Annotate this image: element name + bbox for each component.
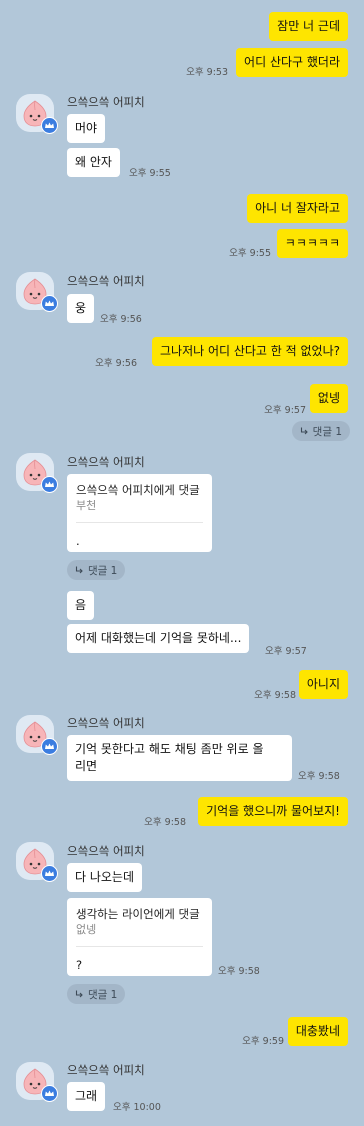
message-text: 기억을 했으니까 물어보지!: [198, 797, 348, 826]
crown-badge-icon: [41, 476, 58, 493]
message-time: 오후 9:53: [186, 67, 228, 78]
their-message[interactable]: 머야: [67, 114, 106, 143]
message-time: 오후 9:55: [129, 168, 171, 179]
my-message[interactable]: 기억을 했으니까 물어보지!: [198, 797, 348, 826]
my-message[interactable]: ㅋㅋㅋㅋㅋ: [276, 229, 348, 258]
their-message[interactable]: 웅: [67, 294, 95, 323]
message-time: 오후 9:57: [265, 646, 307, 657]
message-text: 왜 안자: [67, 148, 120, 177]
message-text: 웅: [67, 294, 95, 323]
message-text: 다 나오는데: [67, 863, 143, 892]
message-text: ㅋㅋㅋㅋㅋ: [276, 229, 348, 258]
reply-divider: [76, 946, 203, 947]
their-message[interactable]: 왜 안자: [67, 148, 120, 177]
reply-message[interactable]: 으쓱으쓱 어피치에게 댓글 부천 .: [67, 474, 212, 552]
crown-badge-icon: [41, 117, 58, 134]
message-time: 오후 9:56: [95, 358, 137, 369]
comment-count: 댓글 1: [88, 564, 118, 577]
message-line: 기억 못한다고 해도 채팅 좀만 위로 올: [75, 742, 264, 756]
avatar[interactable]: [16, 94, 58, 134]
my-message[interactable]: 대충봤네: [287, 1017, 348, 1046]
reply-text: .: [76, 534, 80, 548]
avatar[interactable]: [16, 842, 58, 882]
reply-arrow-icon: [75, 990, 83, 997]
avatar[interactable]: [16, 715, 58, 755]
crown-badge-icon: [41, 865, 58, 882]
reply-message[interactable]: 생각하는 라이언에게 댓글 없넹 ?: [67, 898, 212, 976]
comment-button[interactable]: 댓글 1: [67, 560, 126, 580]
comment-button[interactable]: 댓글 1: [67, 984, 126, 1004]
my-message[interactable]: 아니 너 잘자라고: [247, 194, 348, 223]
reply-arrow-icon: [300, 427, 308, 434]
message-text: 음: [67, 591, 95, 620]
reply-title: 생각하는 라이언에게 댓글: [76, 907, 200, 921]
my-message[interactable]: 없넹: [309, 384, 348, 413]
message-text: 그나저나 어디 산다고 한 적 없었나?: [151, 337, 348, 366]
message-time: 오후 9:57: [264, 405, 306, 416]
crown-badge-icon: [41, 295, 58, 312]
crown-badge-icon: [41, 738, 58, 755]
message-text: 어디 산다구 했더라: [236, 48, 348, 77]
message-time: 오후 9:58: [144, 817, 186, 828]
comment-count: 댓글 1: [88, 988, 118, 1001]
my-message[interactable]: 그나저나 어디 산다고 한 적 없었나?: [151, 337, 348, 366]
message-time: 오후 9:58: [218, 966, 260, 977]
message-time: 오후 9:58: [298, 771, 340, 782]
message-time: 오후 9:59: [242, 1036, 284, 1047]
message-text: 기억 못한다고 해도 채팅 좀만 위로 올 리면: [67, 735, 292, 781]
their-message[interactable]: 그래: [67, 1082, 106, 1111]
reply-quote: 부천: [76, 499, 97, 512]
crown-badge-icon: [41, 1085, 58, 1102]
my-message[interactable]: 잠만 너 근데: [269, 12, 348, 41]
their-message[interactable]: 기억 못한다고 해도 채팅 좀만 위로 올 리면: [67, 735, 292, 781]
sender-name: 으쓱으쓱 어피치: [67, 716, 145, 730]
sender-name: 으쓱으쓱 어피치: [67, 455, 145, 469]
comment-count: 댓글 1: [312, 425, 342, 438]
reply-arrow-icon: [75, 566, 83, 573]
sender-name: 으쓱으쓱 어피치: [67, 274, 145, 288]
their-message[interactable]: 다 나오는데: [67, 863, 143, 892]
message-line: 리면: [75, 759, 98, 773]
reply-divider: [76, 522, 203, 523]
message-time: 오후 9:56: [100, 314, 142, 325]
message-time: 오후 9:55: [229, 248, 271, 259]
chat-room[interactable]: 잠만 너 근데 어디 산다구 했더라 오후 9:53 으쓱으쓱 어피치 머야 왜…: [0, 0, 364, 1126]
my-message[interactable]: 아니지: [298, 670, 348, 699]
avatar[interactable]: [16, 453, 58, 493]
message-time: 오후 10:00: [113, 1102, 161, 1113]
message-text: 대충봤네: [287, 1017, 348, 1046]
their-message[interactable]: 음: [67, 591, 95, 620]
reply-quote: 없넹: [76, 923, 97, 936]
comment-button[interactable]: 댓글 1: [291, 421, 350, 441]
message-text: 잠만 너 근데: [269, 12, 348, 41]
message-text: 없넹: [309, 384, 348, 413]
reply-text: ?: [76, 958, 83, 972]
my-message[interactable]: 어디 산다구 했더라: [236, 48, 348, 77]
their-message[interactable]: 어제 대화했는데 기억을 못하네...: [67, 624, 250, 653]
sender-name: 으쓱으쓱 어피치: [67, 1063, 145, 1077]
sender-name: 으쓱으쓱 어피치: [67, 844, 145, 858]
sender-name: 으쓱으쓱 어피치: [67, 95, 145, 109]
message-text: 그래: [67, 1082, 106, 1111]
message-text: 어제 대화했는데 기억을 못하네...: [67, 624, 250, 653]
message-text: 아니지: [298, 670, 348, 699]
message-text: 머야: [67, 114, 106, 143]
message-text: 아니 너 잘자라고: [247, 194, 348, 223]
avatar[interactable]: [16, 272, 58, 312]
reply-title: 으쓱으쓱 어피치에게 댓글: [76, 483, 200, 497]
message-time: 오후 9:58: [254, 690, 296, 701]
avatar[interactable]: [16, 1062, 58, 1102]
